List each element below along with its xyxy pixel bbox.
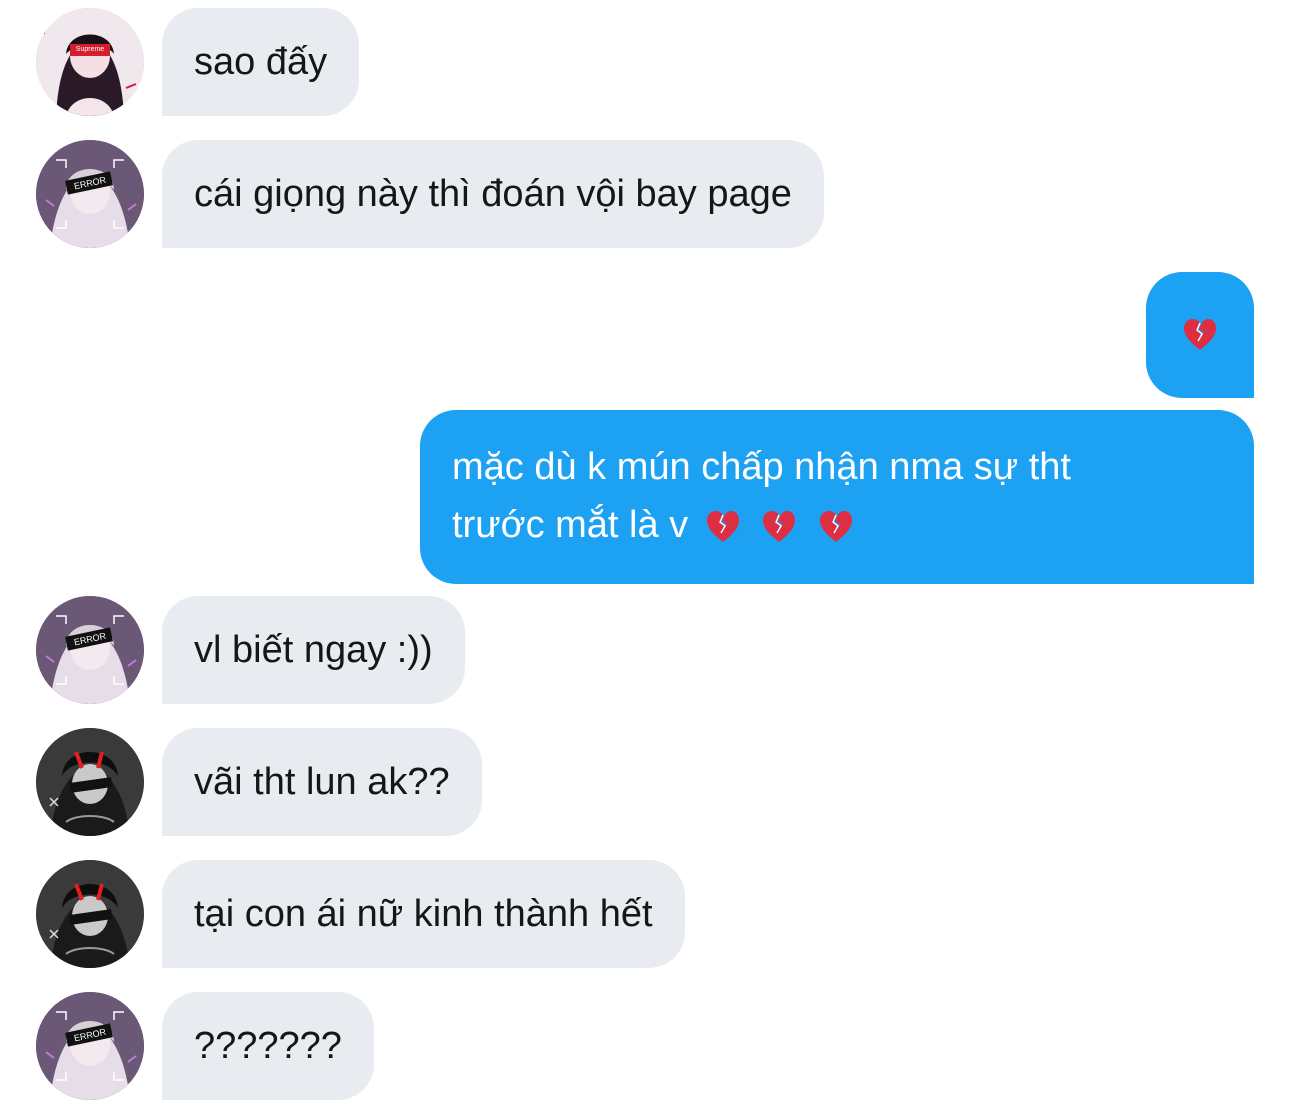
message-text: tại con ái nữ kinh thành hết: [194, 893, 653, 935]
message-text: sao đấy: [194, 41, 328, 83]
message-text: ???????: [194, 1025, 342, 1067]
incoming-message-bubble[interactable]: ???????: [162, 992, 374, 1100]
error-girl-avatar[interactable]: ERROR: [36, 992, 144, 1100]
dark-boy-avatar[interactable]: [36, 728, 144, 836]
incoming-message-bubble[interactable]: sao đấy: [162, 8, 360, 116]
incoming-message-bubble[interactable]: vl biết ngay :)): [162, 596, 465, 704]
dark-boy-avatar[interactable]: [36, 860, 144, 968]
message-text: cái giọng này thì đoán vội bay page: [194, 173, 792, 215]
incoming-message-bubble[interactable]: tại con ái nữ kinh thành hết: [162, 860, 685, 968]
outgoing-message-bubble[interactable]: mặc dù k mún chấp nhận nma sự tht trước …: [420, 410, 1254, 584]
incoming-message-bubble[interactable]: cái giọng này thì đoán vội bay page: [162, 140, 824, 248]
message-text: vl biết ngay :)): [194, 629, 433, 671]
broken-heart-icon: [705, 509, 741, 545]
incoming-message-bubble[interactable]: vãi tht lun ak??: [162, 728, 482, 836]
message-text: trước mắt là v: [452, 504, 689, 546]
outgoing-message-bubble[interactable]: 💔: [1146, 272, 1254, 398]
message-text-line: mặc dù k mún chấp nhận nma sự tht: [452, 446, 1071, 488]
supreme-girl-avatar[interactable]: Supreme: [36, 8, 144, 116]
broken-heart-icon: [761, 509, 797, 545]
emoji-group: 💔💔💔: [699, 504, 854, 546]
broken-heart-icon: [1182, 317, 1218, 353]
error-girl-avatar[interactable]: ERROR: [36, 596, 144, 704]
broken-heart-icon: [818, 509, 854, 545]
avatar-badge-text: Supreme: [75, 46, 105, 53]
message-text-line: trước mắt là v 💔💔💔: [452, 496, 1222, 554]
message-text: vãi tht lun ak??: [194, 761, 450, 803]
emoji-text: 💔💔💔: [699, 504, 703, 562]
error-girl-avatar[interactable]: ERROR: [36, 140, 144, 248]
